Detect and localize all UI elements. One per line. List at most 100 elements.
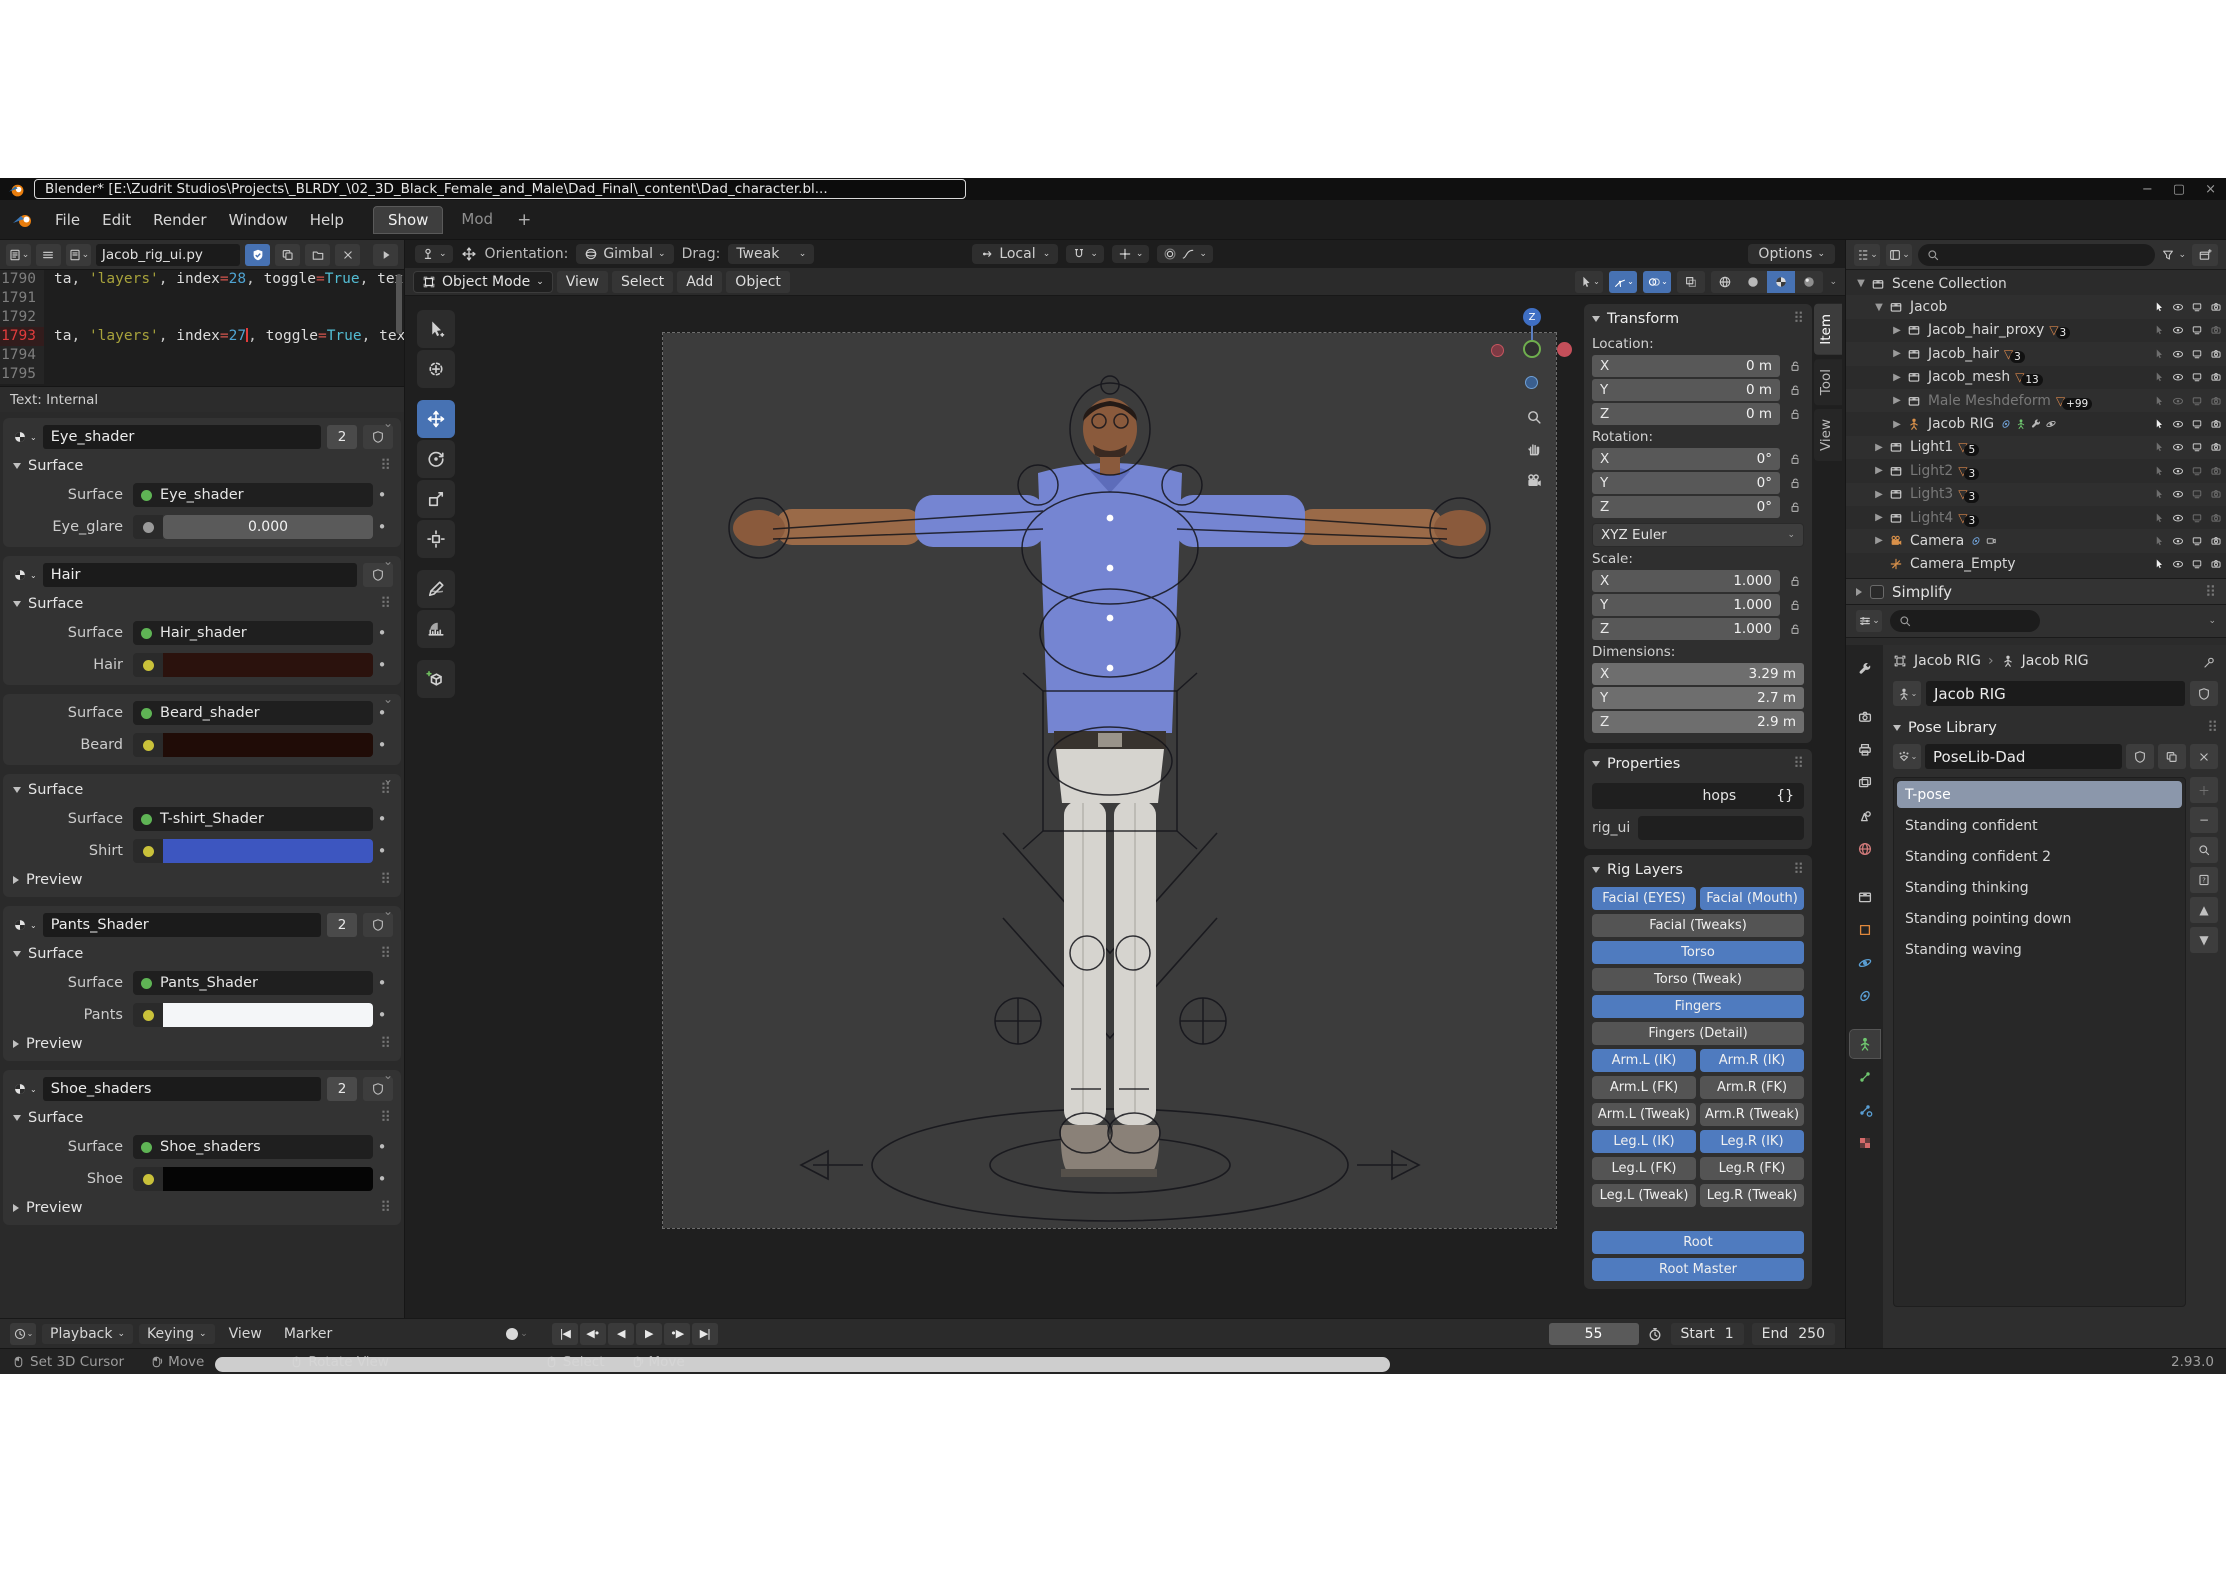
shading-dropdown[interactable]: ⌄ (1829, 277, 1837, 287)
move-gizmo-icon[interactable] (461, 246, 477, 262)
disable-render-toggle[interactable] (2210, 535, 2222, 547)
viewport-menu-add[interactable]: Add (677, 270, 723, 293)
shading-solid-button[interactable] (1739, 271, 1767, 293)
animate-dot-icon[interactable]: • (373, 1006, 391, 1024)
properties-tab-world[interactable] (1850, 835, 1880, 863)
axis-z-neg-ball[interactable] (1525, 376, 1538, 389)
outliner-item-label[interactable]: Jacob RIG (1928, 416, 1994, 432)
rig-layer-button[interactable]: Facial (EYES) (1592, 887, 1696, 910)
outliner-row[interactable]: ▶ Light2 ▽ 3 (1846, 459, 2226, 482)
rig-layer-button[interactable]: Leg.L (IK) (1592, 1130, 1696, 1153)
new-text-button[interactable] (275, 243, 301, 266)
drag-dropdown[interactable]: Tweak ⌄ (728, 244, 815, 264)
select-arrow-icon[interactable] (2153, 395, 2165, 407)
shading-material-button[interactable] (1767, 270, 1796, 293)
simplify-panel-header[interactable]: Simplify ⠿ (1846, 578, 2226, 606)
material-name-field[interactable]: Hair (42, 563, 357, 587)
show-overlays-toggle[interactable]: ⌄ (1643, 270, 1672, 293)
surface-section-header[interactable]: Surface ⠿ (3, 453, 401, 479)
viewport-menu-select[interactable]: Select (611, 270, 674, 293)
animate-dot-icon[interactable]: • (373, 842, 391, 860)
preview-section-header[interactable]: Preview ⠿ (3, 867, 401, 893)
lock-icon[interactable] (1786, 500, 1804, 514)
n-panel-tab-item[interactable]: Item (1814, 304, 1842, 355)
material-users-count[interactable]: 2 (327, 913, 357, 937)
pivot-dropdown[interactable]: Local ⌄ (972, 244, 1059, 264)
expand-caret-icon[interactable]: ▶ (1890, 372, 1904, 383)
outliner-item-label[interactable]: Camera_Empty (1910, 556, 2016, 572)
axis-x-neg-ball[interactable] (1491, 344, 1504, 357)
n-panel-tab-tool[interactable]: Tool (1814, 358, 1842, 405)
outliner-item-label[interactable]: Jacob_mesh (1928, 369, 2010, 385)
scale-rows-x-field[interactable]: X 1.000 (1592, 570, 1780, 592)
collapse-triangle-icon[interactable] (1592, 316, 1600, 322)
scale-rows-z-field[interactable]: Z 1.000 (1592, 618, 1780, 640)
properties-tab-physics[interactable] (1850, 949, 1880, 977)
expand-caret-icon[interactable]: ▶ (1890, 348, 1904, 359)
animate-dot-icon[interactable]: • (373, 656, 391, 674)
minimize-button[interactable]: − (2142, 182, 2153, 197)
animate-dot-icon[interactable]: • (373, 810, 391, 828)
select-arrow-icon[interactable] (2153, 441, 2165, 453)
axis-x-ball[interactable] (1557, 342, 1572, 357)
select-tool[interactable] (417, 310, 455, 348)
n-panel-tab-view[interactable]: View (1814, 408, 1842, 462)
rig-layer-button[interactable]: Torso (Tweak) (1592, 968, 1804, 991)
outliner-row[interactable]: ▼ Scene Collection (1846, 272, 2226, 295)
code-line[interactable]: 1792 (0, 308, 404, 327)
select-arrow-icon[interactable] (2153, 558, 2165, 570)
surface-section-header[interactable]: Surface ⠿ (3, 777, 401, 803)
hide-eye-toggle[interactable] (2172, 488, 2184, 500)
outliner-item-label[interactable]: Light1 (1910, 439, 1953, 455)
code-scrollbar[interactable] (396, 274, 402, 334)
timeline-view-menu[interactable]: View (221, 1324, 270, 1344)
outliner-row[interactable]: ▶ Jacob RIG (1846, 412, 2226, 435)
display-mode-button[interactable]: ⌄ (1886, 243, 1912, 266)
lock-icon[interactable] (1786, 383, 1804, 397)
chevron-down-icon[interactable]: ⌄ (383, 416, 393, 430)
chevron-down-icon[interactable]: ⌄ (383, 692, 393, 706)
active-tool-button[interactable]: ⌄ (415, 245, 453, 263)
outliner-item-label[interactable]: Scene Collection (1892, 276, 2007, 292)
measure-tool[interactable] (417, 610, 455, 648)
animate-dot-icon[interactable]: • (373, 974, 391, 992)
rig-layer-button[interactable]: Arm.L (Tweak) (1592, 1103, 1696, 1126)
properties-tab-scene[interactable] (1850, 802, 1880, 830)
color-swatch[interactable] (163, 1003, 373, 1027)
register-toggle[interactable] (245, 243, 271, 266)
disable-viewport-toggle[interactable] (2191, 535, 2203, 547)
animate-dot-icon[interactable]: • (373, 736, 391, 754)
disable-render-toggle[interactable] (2210, 301, 2222, 313)
collapse-triangle-icon[interactable] (1592, 761, 1600, 767)
disable-render-toggle[interactable] (2210, 488, 2222, 500)
hide-eye-toggle[interactable] (2172, 535, 2184, 547)
rig-layer-button[interactable]: Fingers (Detail) (1592, 1022, 1804, 1045)
maximize-button[interactable]: ▢ (2173, 182, 2185, 197)
material-datablock-button[interactable]: ⌄ (13, 1082, 37, 1096)
jump-to-end-button[interactable]: ▶| (691, 1322, 718, 1345)
end-frame-field[interactable]: 250 (1798, 1326, 1825, 1342)
dim-rows-x-field[interactable]: X 3.29 m (1592, 663, 1804, 685)
animate-dot-icon[interactable]: • (373, 624, 391, 642)
menus-collapse-button[interactable] (35, 243, 61, 266)
code-line[interactable]: 1790 ta, 'layers', index=28, toggle=True,… (0, 270, 404, 289)
new-collection-button[interactable] (2192, 243, 2218, 266)
camera-view-icon[interactable] (1521, 468, 1547, 494)
outliner-row[interactable]: ▶ Light4 ▽ 3 (1846, 506, 2226, 529)
preview-section-header[interactable]: Preview ⠿ (3, 1031, 401, 1057)
keying-menu[interactable]: Keying ⌄ (139, 1323, 215, 1344)
outliner-search-input[interactable] (1918, 243, 2156, 266)
menu-render[interactable]: Render (142, 207, 217, 233)
outliner-item-label[interactable]: Jacob_hair_proxy (1928, 322, 2044, 338)
outliner-row[interactable]: ▶ Light3 ▽ 3 (1846, 482, 2226, 506)
rig-layer-button[interactable]: Arm.L (FK) (1592, 1076, 1696, 1099)
menu-file[interactable]: File (44, 207, 91, 233)
hide-eye-toggle[interactable] (2172, 441, 2184, 453)
pose-list-item[interactable]: Standing pointing down (1897, 905, 2182, 932)
rotation-mode-dropdown[interactable]: XYZ Euler ⌄ (1592, 523, 1804, 547)
properties-tab-constraints[interactable] (1850, 982, 1880, 1010)
rig-layer-button[interactable]: Arm.R (FK) (1700, 1076, 1804, 1099)
pose-remove-button[interactable]: − (2190, 807, 2218, 833)
pan-hand-icon[interactable] (1521, 436, 1547, 462)
next-keyframe-button[interactable]: •▶ (663, 1322, 690, 1345)
